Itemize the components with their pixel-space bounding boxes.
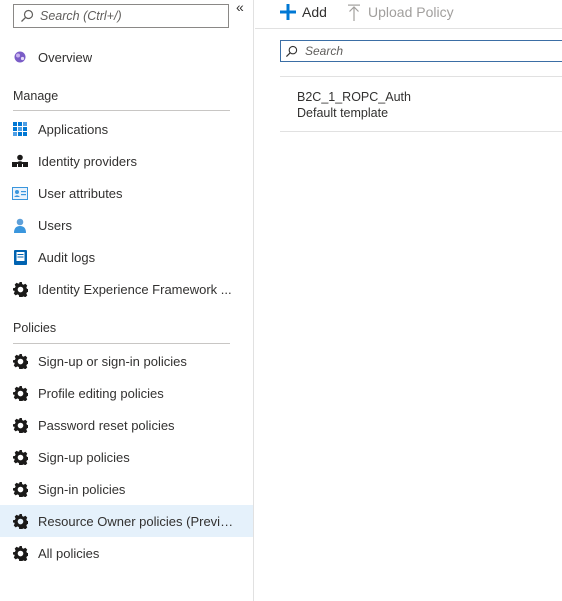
policy-name: B2C_1_ROPC_Auth [297, 90, 411, 104]
gear-icon [12, 353, 28, 369]
sidebar-item-user-attributes[interactable]: User attributes [0, 177, 253, 209]
sidebar-item-overview[interactable]: Overview [0, 41, 253, 73]
sidebar-item-label: Sign-up policies [38, 449, 130, 465]
sidebar-item-identity-experience-framework[interactable]: Identity Experience Framework ... [0, 273, 253, 305]
section-heading-policies: Policies [13, 321, 57, 335]
sidebar-item-audit-logs[interactable]: Audit logs [0, 241, 253, 273]
sidebar-item-resource-owner-policies[interactable]: Resource Owner policies (Previe... [0, 505, 253, 537]
users-icon [12, 217, 28, 233]
add-button-label: Add [302, 4, 327, 20]
sidebar-item-password-reset-policies[interactable]: Password reset policies [0, 409, 253, 441]
table-row[interactable]: B2C_1_ROPC_Auth Default template [280, 77, 562, 131]
sidebar-search[interactable] [13, 4, 229, 28]
sidebar-item-identity-providers[interactable]: Identity providers [0, 145, 253, 177]
sidebar-item-label: Password reset policies [38, 417, 175, 433]
section-divider [13, 110, 230, 111]
identity-providers-icon [12, 153, 28, 169]
sidebar-item-label: Applications [38, 121, 109, 137]
sidebar-item-label: Sign-up or sign-in policies [38, 353, 187, 369]
collapse-sidebar-icon[interactable]: « [236, 0, 250, 14]
plus-icon [279, 3, 297, 21]
list-divider [280, 131, 562, 132]
sidebar-search-input[interactable] [40, 9, 220, 23]
sidebar-item-label: Identity Experience Framework ... [38, 281, 232, 297]
policy-search-input[interactable] [305, 44, 545, 58]
search-icon [285, 45, 298, 57]
sidebar-item-label: Overview [38, 49, 93, 65]
gear-icon [12, 449, 28, 465]
upload-icon [345, 3, 363, 21]
sidebar-item-label: Profile editing policies [38, 385, 164, 401]
sidebar: « Overview Manage Applications [0, 0, 254, 601]
user-attributes-icon [12, 185, 28, 201]
search-icon [21, 9, 34, 22]
sidebar-item-applications[interactable]: Applications [0, 113, 253, 145]
sidebar-item-label: Audit logs [38, 249, 96, 265]
applications-icon [12, 121, 28, 137]
sidebar-item-sign-up-or-sign-in-policies[interactable]: Sign-up or sign-in policies [0, 345, 253, 377]
sidebar-item-label: Identity providers [38, 153, 137, 169]
section-heading-manage: Manage [13, 89, 59, 103]
upload-policy-label: Upload Policy [368, 4, 454, 20]
sidebar-item-label: All policies [38, 545, 100, 561]
audit-logs-icon [12, 249, 28, 265]
gear-icon [12, 545, 28, 561]
overview-icon [12, 49, 28, 65]
command-bar: Add Upload Policy [255, 0, 562, 29]
section-divider [13, 343, 230, 344]
sidebar-item-sign-in-policies[interactable]: Sign-in policies [0, 473, 253, 505]
sidebar-item-label: User attributes [38, 185, 123, 201]
gear-icon [12, 417, 28, 433]
sidebar-item-users[interactable]: Users [0, 209, 253, 241]
policy-search[interactable] [280, 40, 562, 62]
upload-policy-button[interactable]: Upload Policy [345, 0, 454, 24]
sidebar-item-label: Users [38, 217, 72, 233]
policy-description: Default template [297, 106, 389, 120]
gear-icon [12, 481, 28, 497]
sidebar-item-label: Sign-in policies [38, 481, 126, 497]
sidebar-item-all-policies[interactable]: All policies [0, 537, 253, 569]
add-button[interactable]: Add [279, 0, 327, 24]
sidebar-item-label: Resource Owner policies (Previe... [38, 513, 238, 529]
gear-icon [12, 385, 28, 401]
sidebar-item-profile-editing-policies[interactable]: Profile editing policies [0, 377, 253, 409]
gear-icon [12, 513, 28, 529]
sidebar-item-sign-up-policies[interactable]: Sign-up policies [0, 441, 253, 473]
gear-icon [12, 281, 28, 297]
